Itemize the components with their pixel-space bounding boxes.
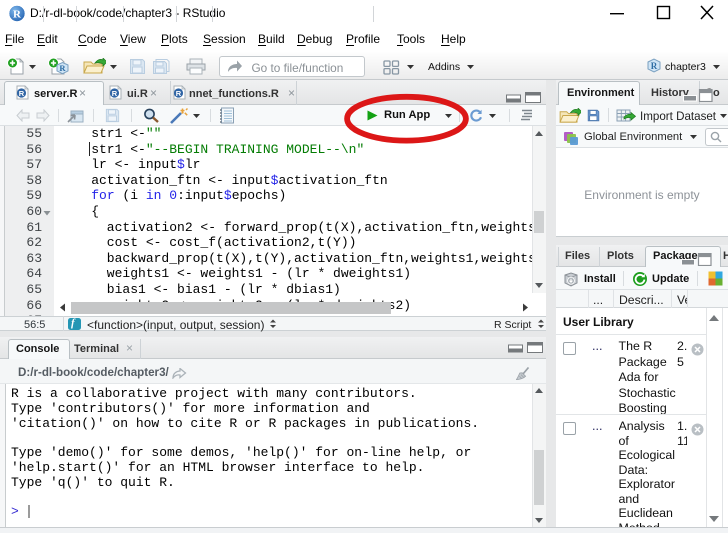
svg-text:R: R (651, 61, 658, 71)
svg-text:R: R (13, 9, 22, 21)
svg-text:R: R (59, 63, 66, 73)
svg-text:R: R (19, 89, 25, 98)
svg-text:R: R (176, 89, 182, 98)
svg-text:R: R (112, 89, 118, 98)
